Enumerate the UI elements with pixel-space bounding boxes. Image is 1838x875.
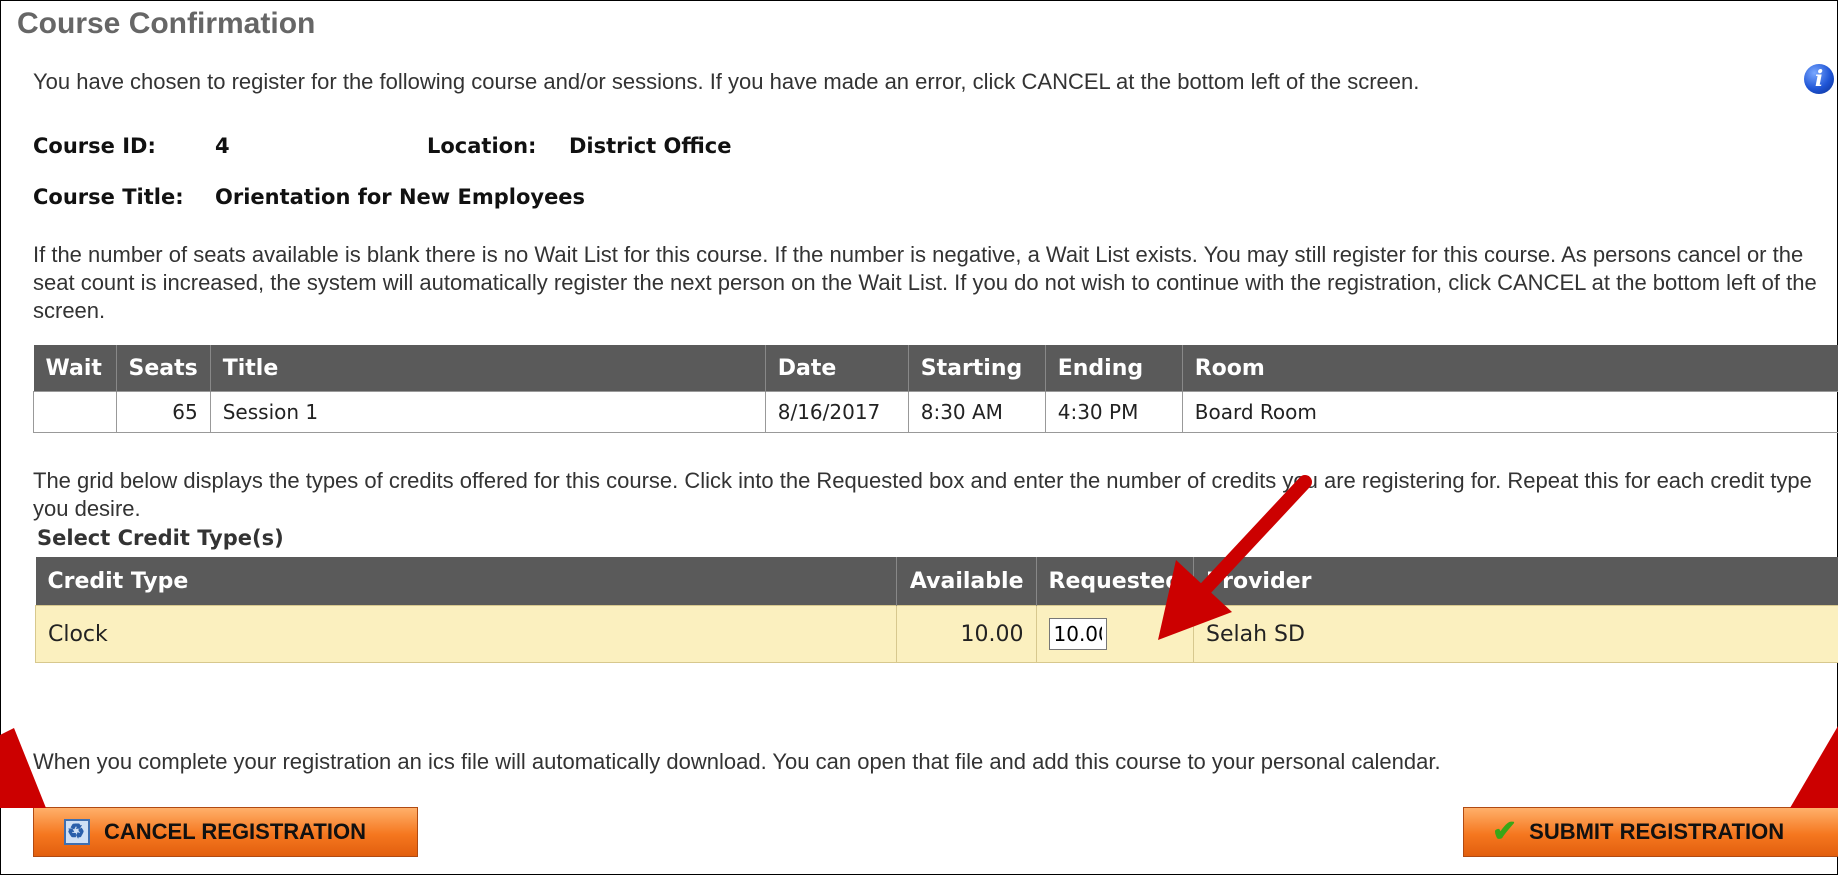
session-room: Board Room [1181, 391, 1838, 433]
col-wait[interactable]: Wait [33, 345, 117, 392]
col-available: Available [896, 557, 1037, 606]
recycle-bin-icon [64, 819, 90, 845]
col-ending[interactable]: Ending [1045, 345, 1183, 392]
session-ending: 4:30 PM [1044, 391, 1183, 433]
sessions-header-row: Wait Seats Title Date Starting Ending Ro… [33, 345, 1838, 392]
select-credit-types-label: Select Credit Type(s) [37, 526, 284, 550]
credits-note: The grid below displays the types of cre… [33, 468, 1812, 521]
col-room[interactable]: Room [1182, 345, 1838, 392]
info-icon[interactable]: i [1804, 64, 1834, 94]
session-wait [33, 391, 117, 433]
waitlist-note: If the number of seats available is blan… [33, 242, 1817, 323]
col-date[interactable]: Date [765, 345, 909, 392]
requested-credits-input[interactable] [1048, 618, 1107, 650]
credits-header-row: Credit Type Available Requested Provider [35, 557, 1838, 606]
session-seats: 65 [115, 391, 211, 433]
col-starting[interactable]: Starting [908, 345, 1046, 392]
credits-table: Credit Type Available Requested Provider… [35, 557, 1838, 663]
course-id-label: Course ID: [33, 134, 156, 158]
col-credit-type: Credit Type [35, 557, 897, 606]
col-requested: Requested [1036, 557, 1194, 606]
cancel-registration-label: CANCEL REGISTRATION [104, 819, 366, 844]
course-confirmation-page: Course Confirmation i You have chosen to… [0, 0, 1838, 875]
submit-registration-label: SUBMIT REGISTRATION [1529, 819, 1785, 844]
table-row: Clock 10.00 Selah SD [35, 605, 1838, 663]
ics-download-note: When you complete your registration an i… [33, 749, 1441, 774]
session-title: Session 1 [209, 391, 766, 433]
submit-registration-button[interactable]: ✔ SUBMIT REGISTRATION [1463, 807, 1838, 857]
credit-provider-cell: Selah SD [1192, 605, 1838, 663]
credit-requested-cell [1035, 605, 1194, 663]
sessions-table: Wait Seats Title Date Starting Ending Ro… [33, 345, 1838, 433]
location-label: Location: [427, 134, 537, 158]
session-starting: 8:30 AM [907, 391, 1046, 433]
table-row: 65 Session 1 8/16/2017 8:30 AM 4:30 PM B… [33, 391, 1838, 433]
session-date: 8/16/2017 [764, 391, 909, 433]
intro-text: You have chosen to register for the foll… [33, 69, 1420, 94]
location-value: District Office [569, 134, 732, 158]
page-title: Course Confirmation [17, 7, 316, 40]
course-title-value: Orientation for New Employees [215, 185, 586, 209]
checkmark-icon: ✔ [1492, 815, 1518, 848]
course-id-value: 4 [215, 134, 230, 158]
credit-type-cell: Clock [35, 605, 897, 663]
credit-available-cell: 10.00 [895, 605, 1037, 663]
col-provider: Provider [1193, 557, 1838, 606]
col-title[interactable]: Title [210, 345, 766, 392]
cancel-registration-button[interactable]: CANCEL REGISTRATION [33, 807, 418, 857]
col-seats[interactable]: Seats [116, 345, 211, 392]
course-title-label: Course Title: [33, 185, 184, 209]
